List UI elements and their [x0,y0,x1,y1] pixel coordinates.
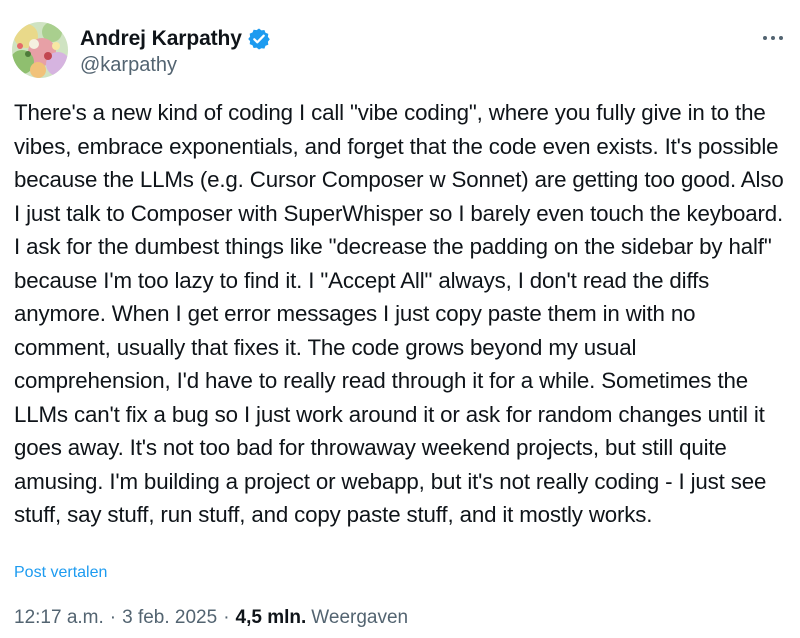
author-name-row: Andrej Karpathy [80,25,271,53]
views-label: Weergaven [311,607,409,628]
tweet-metadata: 12:17 a.m. · 3 feb. 2025 · 4,5 mln. Weer… [14,607,408,629]
meta-separator: · [109,607,117,628]
tweet-text: There's a new kind of coding I call "vib… [14,100,790,527]
author-name[interactable]: Andrej Karpathy [80,27,242,51]
avatar[interactable] [12,22,68,78]
meta-separator: · [223,607,230,628]
views-count[interactable]: 4,5 mln. [236,607,307,629]
translate-post-link[interactable]: Post vertalen [14,564,107,582]
tweet-card: Andrej Karpathy @karpathy There's a new … [0,0,800,638]
post-date[interactable]: 3 feb. 2025 [122,607,217,629]
post-time[interactable]: 12:17 a.m. [14,607,104,629]
verified-badge-icon[interactable] [247,27,271,51]
avatar-illustration-icon [12,22,68,78]
author-handle[interactable]: @karpathy [80,54,177,77]
more-options-icon[interactable] [760,30,786,46]
